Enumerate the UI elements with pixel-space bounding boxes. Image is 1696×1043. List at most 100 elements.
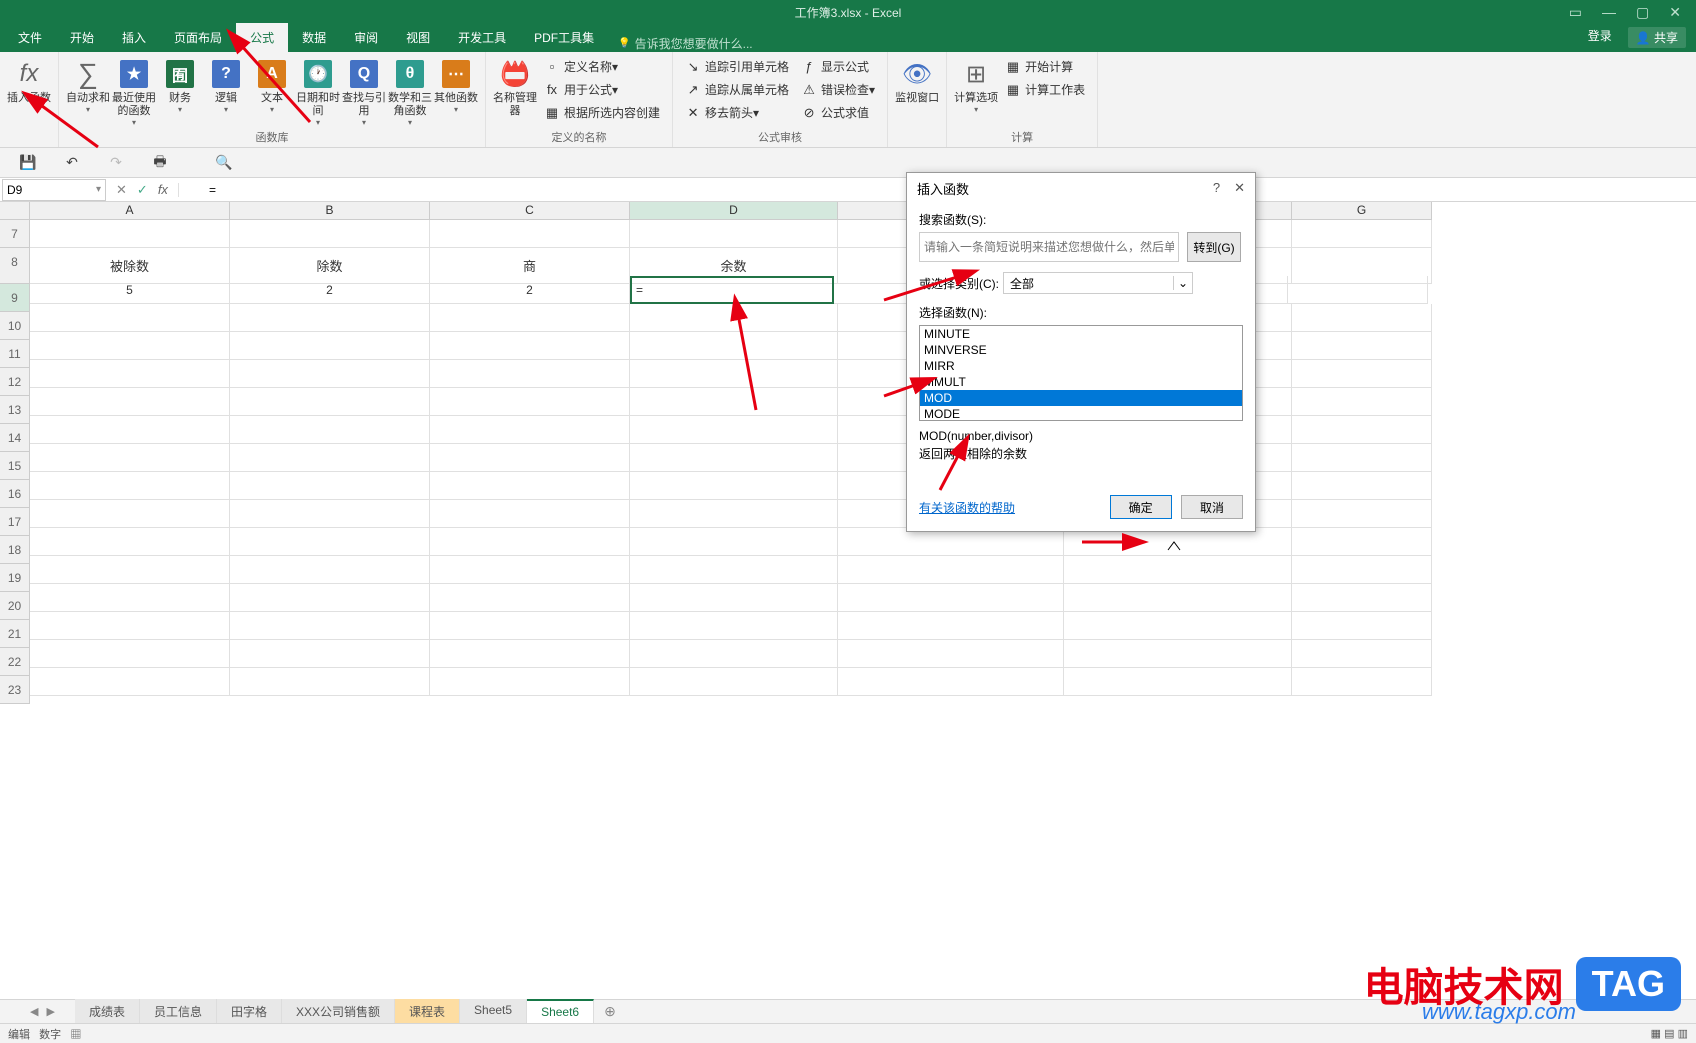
dialog-titlebar[interactable]: 插入函数 ? ✕ <box>907 173 1255 203</box>
cell[interactable] <box>230 584 430 612</box>
tab-view[interactable]: 视图 <box>392 23 444 52</box>
insert-function-button[interactable]: fx 插入函数 <box>6 54 52 105</box>
cell[interactable] <box>630 640 838 668</box>
name-box[interactable]: D9 <box>2 179 106 201</box>
cell[interactable] <box>30 668 230 696</box>
row-header[interactable]: 8 <box>0 248 30 284</box>
row-header[interactable]: 15 <box>0 452 30 480</box>
sheet-tab[interactable]: Sheet5 <box>460 999 527 1024</box>
row-header[interactable]: 13 <box>0 396 30 424</box>
autosum-button[interactable]: ∑自动求和▾ <box>65 54 111 114</box>
macro-record-icon[interactable]: ▦ <box>70 1029 81 1041</box>
row-header[interactable]: 23 <box>0 676 30 704</box>
cell[interactable] <box>1064 640 1292 668</box>
cell[interactable] <box>230 556 430 584</box>
cancel-entry-icon[interactable]: ✕ <box>116 182 127 198</box>
row-header[interactable]: 10 <box>0 312 30 340</box>
cell[interactable] <box>30 360 230 388</box>
function-option[interactable]: MINUTE <box>920 326 1242 342</box>
column-header[interactable]: G <box>1292 202 1432 219</box>
sheet-tab[interactable]: 员工信息 <box>140 999 217 1024</box>
tab-nav-last-icon[interactable]: ▶ <box>46 1005 54 1018</box>
error-checking-button[interactable]: ⚠错误检查 ▾ <box>795 79 881 100</box>
cell[interactable] <box>630 332 838 360</box>
column-header[interactable]: C <box>430 202 630 219</box>
cell[interactable] <box>630 528 838 556</box>
cell[interactable]: 2 <box>430 276 630 304</box>
cell[interactable] <box>838 528 1064 556</box>
cell[interactable] <box>230 500 430 528</box>
logical-button[interactable]: ?逻辑▾ <box>203 54 249 114</box>
cell[interactable] <box>430 528 630 556</box>
text-button[interactable]: A文本▾ <box>249 54 295 114</box>
cell[interactable] <box>1292 444 1432 472</box>
cell[interactable] <box>430 556 630 584</box>
tab-pdf[interactable]: PDF工具集 <box>520 23 608 52</box>
row-header[interactable]: 7 <box>0 220 30 248</box>
row-header[interactable]: 19 <box>0 564 30 592</box>
column-header[interactable]: D <box>630 202 838 219</box>
more-functions-button[interactable]: ⋯其他函数▾ <box>433 54 479 114</box>
cell[interactable] <box>630 220 838 248</box>
cell[interactable] <box>630 556 838 584</box>
cell[interactable] <box>1064 668 1292 696</box>
cell[interactable] <box>1292 584 1432 612</box>
tab-file[interactable]: 文件 <box>4 23 56 52</box>
cell[interactable] <box>230 472 430 500</box>
cell[interactable] <box>1292 416 1432 444</box>
cell[interactable] <box>838 640 1064 668</box>
function-option[interactable]: MODE <box>920 406 1242 421</box>
show-formulas-button[interactable]: ƒ显示公式 <box>795 56 881 77</box>
row-header[interactable]: 12 <box>0 368 30 396</box>
function-option[interactable]: MOD <box>920 390 1242 406</box>
cell[interactable] <box>630 584 838 612</box>
dialog-close-icon[interactable]: ✕ <box>1234 180 1245 196</box>
cell[interactable] <box>30 416 230 444</box>
sheet-tab[interactable]: XXX公司销售额 <box>282 999 395 1024</box>
watch-window-button[interactable]: 👁监视窗口 <box>894 54 940 105</box>
cell[interactable] <box>1064 528 1292 556</box>
use-in-formula-button[interactable]: fx用于公式 ▾ <box>538 79 666 100</box>
view-normal-icon[interactable]: ▦ <box>1651 1028 1661 1040</box>
ribbon-options-icon[interactable]: ▭ <box>1569 4 1582 21</box>
undo-icon[interactable]: ↶ <box>62 153 82 173</box>
cell[interactable] <box>30 556 230 584</box>
financial-button[interactable]: 囿财务▾ <box>157 54 203 114</box>
cell[interactable] <box>430 640 630 668</box>
cell[interactable] <box>838 556 1064 584</box>
row-header[interactable]: 21 <box>0 620 30 648</box>
cell[interactable] <box>1292 388 1432 416</box>
cell[interactable] <box>430 360 630 388</box>
date-time-button[interactable]: 🕐日期和时间▾ <box>295 54 341 127</box>
cell[interactable] <box>430 304 630 332</box>
cell[interactable] <box>30 500 230 528</box>
category-select[interactable]: 全部 <box>1003 272 1193 294</box>
cell[interactable] <box>230 640 430 668</box>
lookup-ref-button[interactable]: Q查找与引用▾ <box>341 54 387 127</box>
calculate-now-button[interactable]: ▦开始计算 <box>999 56 1091 77</box>
cell[interactable] <box>1292 612 1432 640</box>
view-page-icon[interactable]: ▤ <box>1664 1028 1674 1040</box>
cell[interactable] <box>30 584 230 612</box>
maximize-icon[interactable]: ▢ <box>1636 4 1649 21</box>
close-icon[interactable]: ✕ <box>1669 4 1681 21</box>
cell[interactable] <box>230 668 430 696</box>
cell[interactable] <box>1292 220 1432 248</box>
cell[interactable] <box>1292 556 1432 584</box>
sheet-tab[interactable]: 成绩表 <box>75 999 140 1024</box>
trace-precedents-button[interactable]: ↘追踪引用单元格 <box>679 56 795 77</box>
new-sheet-button[interactable]: ⊕ <box>594 1001 626 1022</box>
tab-formulas[interactable]: 公式 <box>236 23 288 52</box>
create-from-selection-button[interactable]: ▦根据所选内容创建 <box>538 102 666 123</box>
cell[interactable] <box>30 332 230 360</box>
function-option[interactable]: MINVERSE <box>920 342 1242 358</box>
row-header[interactable]: 9 <box>0 284 30 312</box>
cell[interactable] <box>430 668 630 696</box>
cell[interactable] <box>630 304 838 332</box>
cell[interactable] <box>30 640 230 668</box>
cell[interactable] <box>630 416 838 444</box>
cell[interactable] <box>630 444 838 472</box>
cell[interactable]: = <box>630 276 834 304</box>
tab-data[interactable]: 数据 <box>288 23 340 52</box>
cell[interactable] <box>430 472 630 500</box>
